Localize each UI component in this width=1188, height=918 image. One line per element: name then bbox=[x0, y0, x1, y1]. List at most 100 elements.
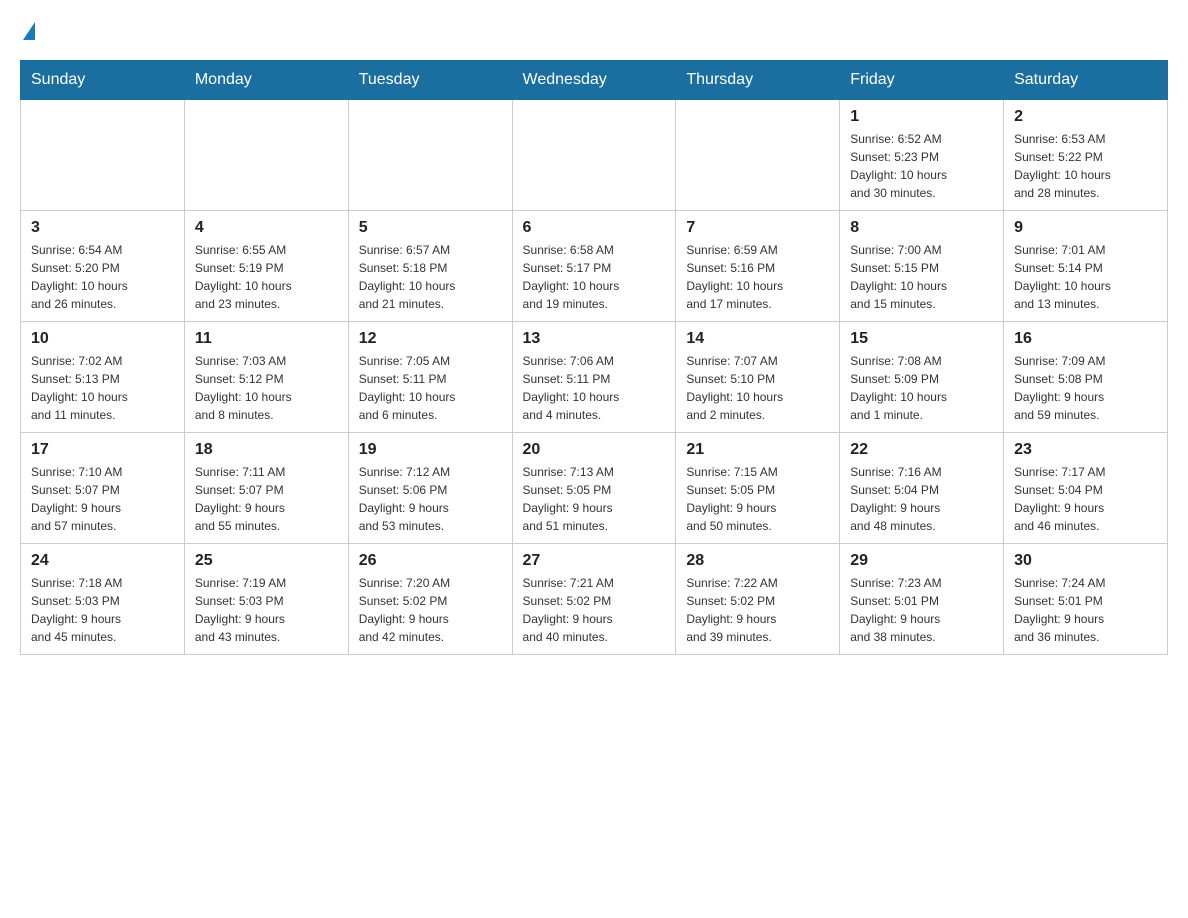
day-info: Sunrise: 6:57 AMSunset: 5:18 PMDaylight:… bbox=[359, 241, 502, 313]
calendar-week-row: 3 Sunrise: 6:54 AMSunset: 5:20 PMDaylight… bbox=[21, 211, 1168, 322]
weekday-header-tuesday: Tuesday bbox=[348, 61, 512, 100]
calendar-cell: 3 Sunrise: 6:54 AMSunset: 5:20 PMDaylight… bbox=[21, 211, 185, 322]
day-number: 17 bbox=[31, 441, 174, 459]
calendar-cell: 17 Sunrise: 7:10 AMSunset: 5:07 PMDayligh… bbox=[21, 433, 185, 544]
day-number: 22 bbox=[850, 441, 993, 459]
day-number: 12 bbox=[359, 330, 502, 348]
calendar-cell: 7 Sunrise: 6:59 AMSunset: 5:16 PMDaylight… bbox=[676, 211, 840, 322]
day-number: 5 bbox=[359, 219, 502, 237]
day-number: 24 bbox=[31, 552, 174, 570]
day-info: Sunrise: 7:24 AMSunset: 5:01 PMDaylight:… bbox=[1014, 574, 1157, 646]
calendar-cell: 21 Sunrise: 7:15 AMSunset: 5:05 PMDayligh… bbox=[676, 433, 840, 544]
weekday-header-sunday: Sunday bbox=[21, 61, 185, 100]
calendar-cell: 29 Sunrise: 7:23 AMSunset: 5:01 PMDayligh… bbox=[840, 544, 1004, 655]
day-info: Sunrise: 6:58 AMSunset: 5:17 PMDaylight:… bbox=[523, 241, 666, 313]
calendar-week-row: 24 Sunrise: 7:18 AMSunset: 5:03 PMDayligh… bbox=[21, 544, 1168, 655]
day-info: Sunrise: 6:54 AMSunset: 5:20 PMDaylight:… bbox=[31, 241, 174, 313]
day-info: Sunrise: 7:02 AMSunset: 5:13 PMDaylight:… bbox=[31, 352, 174, 424]
weekday-header-saturday: Saturday bbox=[1004, 61, 1168, 100]
calendar-cell: 24 Sunrise: 7:18 AMSunset: 5:03 PMDayligh… bbox=[21, 544, 185, 655]
calendar-cell: 12 Sunrise: 7:05 AMSunset: 5:11 PMDayligh… bbox=[348, 322, 512, 433]
calendar-cell: 14 Sunrise: 7:07 AMSunset: 5:10 PMDayligh… bbox=[676, 322, 840, 433]
calendar-week-row: 17 Sunrise: 7:10 AMSunset: 5:07 PMDayligh… bbox=[21, 433, 1168, 544]
day-number: 27 bbox=[523, 552, 666, 570]
weekday-header-thursday: Thursday bbox=[676, 61, 840, 100]
day-info: Sunrise: 7:19 AMSunset: 5:03 PMDaylight:… bbox=[195, 574, 338, 646]
calendar-cell bbox=[184, 100, 348, 211]
calendar-cell: 11 Sunrise: 7:03 AMSunset: 5:12 PMDayligh… bbox=[184, 322, 348, 433]
calendar-cell bbox=[21, 100, 185, 211]
day-number: 14 bbox=[686, 330, 829, 348]
day-info: Sunrise: 7:05 AMSunset: 5:11 PMDaylight:… bbox=[359, 352, 502, 424]
weekday-header-wednesday: Wednesday bbox=[512, 61, 676, 100]
day-number: 9 bbox=[1014, 219, 1157, 237]
calendar-cell: 5 Sunrise: 6:57 AMSunset: 5:18 PMDaylight… bbox=[348, 211, 512, 322]
day-info: Sunrise: 7:13 AMSunset: 5:05 PMDaylight:… bbox=[523, 463, 666, 535]
day-info: Sunrise: 7:20 AMSunset: 5:02 PMDaylight:… bbox=[359, 574, 502, 646]
calendar-cell bbox=[676, 100, 840, 211]
day-info: Sunrise: 7:21 AMSunset: 5:02 PMDaylight:… bbox=[523, 574, 666, 646]
weekday-header-monday: Monday bbox=[184, 61, 348, 100]
day-info: Sunrise: 7:11 AMSunset: 5:07 PMDaylight:… bbox=[195, 463, 338, 535]
calendar-cell: 10 Sunrise: 7:02 AMSunset: 5:13 PMDayligh… bbox=[21, 322, 185, 433]
day-number: 15 bbox=[850, 330, 993, 348]
day-number: 16 bbox=[1014, 330, 1157, 348]
day-info: Sunrise: 7:01 AMSunset: 5:14 PMDaylight:… bbox=[1014, 241, 1157, 313]
day-number: 6 bbox=[523, 219, 666, 237]
day-info: Sunrise: 7:09 AMSunset: 5:08 PMDaylight:… bbox=[1014, 352, 1157, 424]
day-info: Sunrise: 6:59 AMSunset: 5:16 PMDaylight:… bbox=[686, 241, 829, 313]
day-number: 20 bbox=[523, 441, 666, 459]
calendar-week-row: 1Sunrise: 6:52 AMSunset: 5:23 PMDaylight… bbox=[21, 100, 1168, 211]
day-number: 4 bbox=[195, 219, 338, 237]
calendar-cell: 13Sunrise: 7:06 AMSunset: 5:11 PMDayligh… bbox=[512, 322, 676, 433]
day-info: Sunrise: 7:15 AMSunset: 5:05 PMDaylight:… bbox=[686, 463, 829, 535]
day-number: 28 bbox=[686, 552, 829, 570]
calendar-cell: 25 Sunrise: 7:19 AMSunset: 5:03 PMDayligh… bbox=[184, 544, 348, 655]
day-number: 2 bbox=[1014, 108, 1157, 126]
calendar-cell bbox=[512, 100, 676, 211]
logo-triangle-icon bbox=[23, 22, 35, 40]
calendar-cell: 4 Sunrise: 6:55 AMSunset: 5:19 PMDaylight… bbox=[184, 211, 348, 322]
day-info: Sunrise: 7:22 AMSunset: 5:02 PMDaylight:… bbox=[686, 574, 829, 646]
day-number: 3 bbox=[31, 219, 174, 237]
calendar-cell: 18 Sunrise: 7:11 AMSunset: 5:07 PMDayligh… bbox=[184, 433, 348, 544]
calendar-week-row: 10 Sunrise: 7:02 AMSunset: 5:13 PMDayligh… bbox=[21, 322, 1168, 433]
day-info: Sunrise: 7:16 AMSunset: 5:04 PMDaylight:… bbox=[850, 463, 993, 535]
calendar-table: SundayMondayTuesdayWednesdayThursdayFrid… bbox=[20, 60, 1168, 655]
calendar-cell: 1Sunrise: 6:52 AMSunset: 5:23 PMDaylight… bbox=[840, 100, 1004, 211]
day-number: 7 bbox=[686, 219, 829, 237]
day-info: Sunrise: 7:23 AMSunset: 5:01 PMDaylight:… bbox=[850, 574, 993, 646]
logo bbox=[20, 20, 35, 40]
day-number: 11 bbox=[195, 330, 338, 348]
day-info: Sunrise: 7:07 AMSunset: 5:10 PMDaylight:… bbox=[686, 352, 829, 424]
day-info: Sunrise: 6:55 AMSunset: 5:19 PMDaylight:… bbox=[195, 241, 338, 313]
day-info: Sunrise: 7:17 AMSunset: 5:04 PMDaylight:… bbox=[1014, 463, 1157, 535]
day-number: 29 bbox=[850, 552, 993, 570]
day-info: Sunrise: 7:18 AMSunset: 5:03 PMDaylight:… bbox=[31, 574, 174, 646]
calendar-cell: 30 Sunrise: 7:24 AMSunset: 5:01 PMDayligh… bbox=[1004, 544, 1168, 655]
calendar-cell: 8Sunrise: 7:00 AMSunset: 5:15 PMDaylight… bbox=[840, 211, 1004, 322]
page-header bbox=[20, 20, 1168, 40]
day-info: Sunrise: 7:00 AMSunset: 5:15 PMDaylight:… bbox=[850, 241, 993, 313]
day-number: 13 bbox=[523, 330, 666, 348]
day-number: 1 bbox=[850, 108, 993, 126]
day-number: 21 bbox=[686, 441, 829, 459]
calendar-cell: 19 Sunrise: 7:12 AMSunset: 5:06 PMDayligh… bbox=[348, 433, 512, 544]
day-info: Sunrise: 7:10 AMSunset: 5:07 PMDaylight:… bbox=[31, 463, 174, 535]
weekday-header-row: SundayMondayTuesdayWednesdayThursdayFrid… bbox=[21, 61, 1168, 100]
day-number: 26 bbox=[359, 552, 502, 570]
day-info: Sunrise: 7:03 AMSunset: 5:12 PMDaylight:… bbox=[195, 352, 338, 424]
day-number: 10 bbox=[31, 330, 174, 348]
calendar-cell: 27 Sunrise: 7:21 AMSunset: 5:02 PMDayligh… bbox=[512, 544, 676, 655]
day-number: 19 bbox=[359, 441, 502, 459]
day-number: 25 bbox=[195, 552, 338, 570]
day-info: Sunrise: 6:53 AMSunset: 5:22 PMDaylight:… bbox=[1014, 130, 1157, 202]
day-number: 18 bbox=[195, 441, 338, 459]
calendar-cell: 28 Sunrise: 7:22 AMSunset: 5:02 PMDayligh… bbox=[676, 544, 840, 655]
day-number: 30 bbox=[1014, 552, 1157, 570]
day-info: Sunrise: 7:12 AMSunset: 5:06 PMDaylight:… bbox=[359, 463, 502, 535]
calendar-cell: 20 Sunrise: 7:13 AMSunset: 5:05 PMDayligh… bbox=[512, 433, 676, 544]
calendar-cell bbox=[348, 100, 512, 211]
day-info: Sunrise: 7:08 AMSunset: 5:09 PMDaylight:… bbox=[850, 352, 993, 424]
calendar-cell: 9 Sunrise: 7:01 AMSunset: 5:14 PMDaylight… bbox=[1004, 211, 1168, 322]
